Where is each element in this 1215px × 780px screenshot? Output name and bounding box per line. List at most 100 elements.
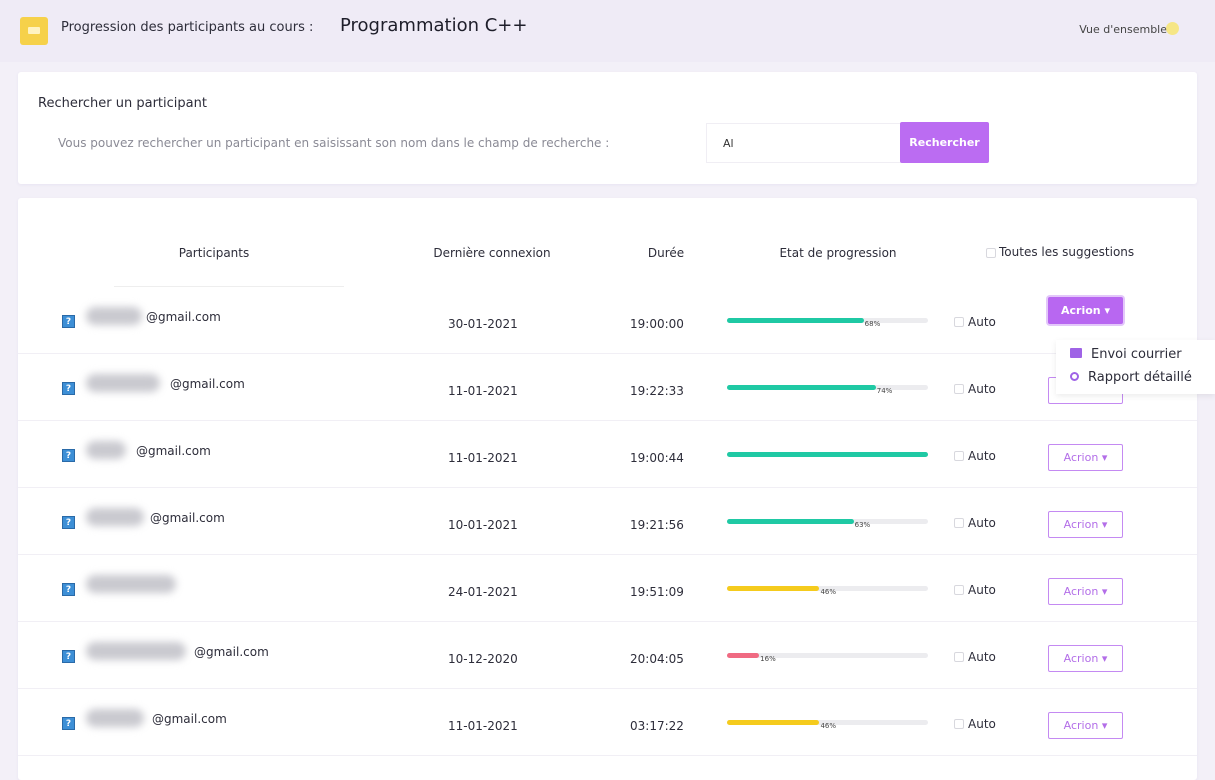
table-row: ? @gmail.com 11-01-2021 03:17:22 46% Auto Acri… [18, 689, 1197, 756]
help-icon: ? [62, 315, 75, 328]
overview-link[interactable]: Vue d'ensemble [1079, 23, 1167, 36]
progress-bar-fill [727, 653, 760, 658]
progress-bar-fill [727, 452, 928, 457]
blurred-name [86, 441, 126, 459]
duration-value: 19:00:00 [630, 317, 684, 331]
action-button[interactable]: Acrion ▾ [1048, 712, 1123, 739]
last-connection-date: 11-01-2021 [448, 451, 518, 465]
progress-bar [727, 385, 928, 390]
progress-bar-fill [727, 586, 820, 591]
progress-bar [727, 318, 928, 323]
search-description: Vous pouvez rechercher un participant en… [58, 136, 610, 150]
action-dropdown-menu: Envoi courrier Rapport détaillé [1056, 340, 1215, 394]
help-icon: ? [62, 449, 75, 462]
participant-email: @gmail.com [152, 712, 227, 726]
last-connection-date: 30-01-2021 [448, 317, 518, 331]
duration-value: 03:17:22 [630, 719, 684, 733]
auto-checkbox[interactable] [954, 518, 964, 528]
column-header-last-connection: Dernière connexion [433, 246, 551, 260]
blurred-name [86, 374, 160, 392]
help-icon: ? [62, 516, 75, 529]
progress-label: 46% [820, 722, 837, 730]
last-connection-date: 24-01-2021 [448, 585, 518, 599]
all-suggestions-label: Toutes les suggestions [999, 245, 1135, 259]
blurred-name [86, 307, 142, 325]
help-icon: ? [62, 717, 75, 730]
column-header-progress: Etat de progression [779, 246, 897, 260]
auto-label: Auto [968, 717, 996, 731]
blurred-name [86, 508, 144, 526]
participant-email: @gmail.com [146, 310, 221, 324]
action-button[interactable]: Acrion ▾ [1048, 297, 1123, 324]
overview-dot-icon [1166, 22, 1179, 35]
column-header-suggestions: Toutes les suggestions [986, 245, 1134, 259]
table-row: ? @gmail.com 11-01-2021 19:22:33 74% Auto [18, 354, 1197, 421]
auto-checkbox[interactable] [954, 317, 964, 327]
blurred-name [86, 575, 176, 593]
course-name: Programmation C++ [340, 15, 528, 36]
progress-label: 16% [760, 655, 776, 663]
progress-bar-fill [727, 318, 864, 323]
progress-bar-fill [727, 720, 820, 725]
auto-checkbox[interactable] [954, 384, 964, 394]
participants-table: Participants Dernière connexion Durée Et… [18, 198, 1197, 780]
progress-bar [727, 653, 928, 658]
last-connection-date: 10-01-2021 [448, 518, 518, 532]
progress-label: 74% [876, 387, 893, 395]
auto-checkbox[interactable] [954, 719, 964, 729]
progress-label: 46% [820, 588, 837, 596]
top-header: Progression des participants au cours : … [0, 0, 1215, 62]
help-icon: ? [62, 650, 75, 663]
table-row: ? @gmail.com 10-12-2020 20:04:05 16% Auto Acri… [18, 622, 1197, 689]
action-button[interactable]: Acrion ▾ [1048, 578, 1123, 605]
duration-value: 19:00:44 [630, 451, 684, 465]
search-card: Rechercher un participant Vous pouvez re… [18, 72, 1197, 184]
auto-label: Auto [968, 650, 996, 664]
progress-bar-fill [727, 519, 854, 524]
menu-item-detailed-report[interactable]: Rapport détaillé [1070, 370, 1192, 385]
auto-checkbox[interactable] [954, 451, 964, 461]
participant-email: @gmail.com [170, 377, 245, 391]
table-row: ? @gmail.com 11-01-2021 19:00:44 Auto Acrion … [18, 421, 1197, 488]
auto-label: Auto [968, 449, 996, 463]
blurred-name [86, 642, 186, 660]
last-connection-date: 11-01-2021 [448, 384, 518, 398]
help-icon: ? [62, 583, 75, 596]
duration-value: 19:51:09 [630, 585, 684, 599]
app-logo-icon [20, 17, 48, 45]
auto-label: Auto [968, 516, 996, 530]
menu-item-send-mail[interactable]: Envoi courrier [1070, 347, 1182, 362]
help-icon: ? [62, 382, 75, 395]
action-button[interactable]: Acrion ▾ [1048, 511, 1123, 538]
table-row: ? @gmail.com 10-01-2021 19:21:56 63% Auto Acri… [18, 488, 1197, 555]
menu-item-detailed-report-label: Rapport détaillé [1088, 370, 1192, 385]
action-button[interactable]: Acrion ▾ [1048, 645, 1123, 672]
auto-label: Auto [968, 315, 996, 329]
auto-label: Auto [968, 382, 996, 396]
last-connection-date: 11-01-2021 [448, 719, 518, 733]
auto-label: Auto [968, 583, 996, 597]
last-connection-date: 10-12-2020 [448, 652, 518, 666]
search-input[interactable] [706, 123, 920, 163]
search-button[interactable]: Rechercher [900, 122, 989, 163]
table-row: ? 24-01-2021 19:51:09 46% Auto Acrion ▾ [18, 555, 1197, 622]
column-header-duration: Durée [647, 246, 685, 260]
action-button[interactable]: Acrion ▾ [1048, 444, 1123, 471]
participant-email: @gmail.com [136, 444, 211, 458]
progress-bar [727, 452, 928, 457]
progress-bar-fill [727, 385, 876, 390]
page-title-prefix: Progression des participants au cours : [61, 20, 314, 35]
duration-value: 20:04:05 [630, 652, 684, 666]
auto-checkbox[interactable] [954, 585, 964, 595]
column-header-participants: Participants [178, 246, 250, 260]
mail-card-icon [1070, 348, 1082, 358]
blurred-name [86, 709, 144, 727]
progress-label: 63% [854, 521, 871, 529]
search-icon [1070, 372, 1079, 381]
table-row: ? @gmail.com 30-01-2021 19:00:00 68% Auto Acri… [18, 287, 1197, 354]
all-suggestions-checkbox[interactable] [986, 248, 996, 258]
duration-value: 19:21:56 [630, 518, 684, 532]
progress-label: 68% [864, 320, 881, 328]
auto-checkbox[interactable] [954, 652, 964, 662]
participant-email: @gmail.com [150, 511, 225, 525]
